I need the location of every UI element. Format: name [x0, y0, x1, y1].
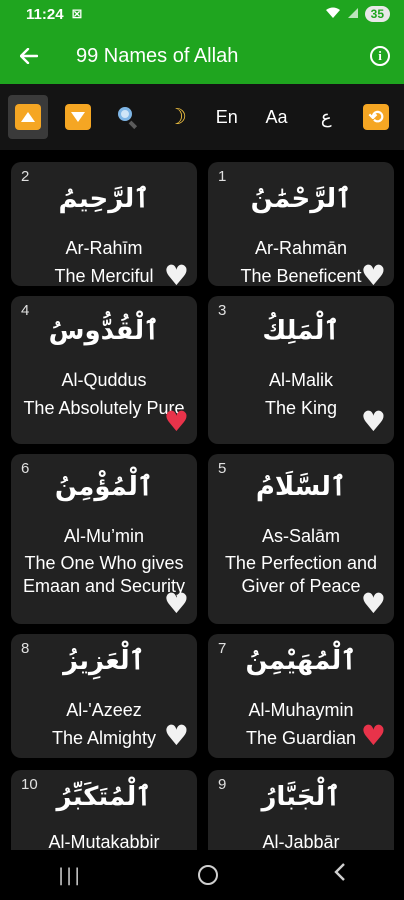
transliteration: Al-Muhaymin: [248, 700, 354, 720]
card-number: 2: [21, 168, 30, 185]
arabic-name: ٱلْمُؤْمِنُ: [54, 472, 154, 502]
favorite-heart-icon[interactable]: ♥: [361, 722, 386, 750]
language-button[interactable]: En: [207, 95, 247, 139]
favorite-heart-icon[interactable]: ♥: [164, 262, 189, 290]
name-card[interactable]: 6 ٱلْمُؤْمِنُ Al-Mu’min The One Who give…: [11, 454, 197, 624]
name-card[interactable]: 2 ٱلرَّحِيمُ Ar-Rahīm The Merciful ♥: [11, 162, 197, 290]
arrow-down-icon: [64, 104, 91, 130]
name-card[interactable]: 1 ٱلرَّحْمَٰنُ Ar-Rahmān The Beneficent …: [208, 162, 394, 290]
status-bar: 11:24 ⊠ 35: [0, 0, 404, 28]
arabic-name: ٱلْعَزِيزُ: [63, 646, 145, 676]
arabic-name: ٱلرَّحِيمُ: [58, 184, 150, 214]
info-button[interactable]: i: [356, 28, 404, 84]
font-size-button[interactable]: Aa: [257, 95, 297, 139]
favorite-heart-icon[interactable]: ♥: [361, 262, 386, 290]
favorite-heart-icon[interactable]: ♥: [164, 408, 189, 436]
info-icon: i: [370, 46, 390, 66]
recents-icon[interactable]: |||: [58, 865, 82, 886]
transliteration: Ar-Rahīm: [65, 238, 143, 258]
scroll-up-button[interactable]: [8, 95, 48, 139]
page-title: 99 Names of Allah: [76, 44, 239, 67]
favorite-heart-icon[interactable]: ♥: [164, 590, 189, 618]
transliteration: Al-Jabbār: [262, 832, 340, 850]
dark-mode-button[interactable]: ☽: [157, 95, 197, 139]
transliteration: Al-Quddus: [61, 370, 147, 390]
arabic-toggle-button[interactable]: ع: [306, 95, 346, 139]
arabic-name: ٱلْقُدُّوسُ: [48, 316, 160, 346]
search-icon: [116, 106, 138, 130]
repeat-icon: ⟲: [362, 104, 389, 130]
arabic-name: ٱلْجَبَّارُ: [261, 782, 341, 812]
name-card[interactable]: 10 ٱلْمُتَكَبِّرُ Al-Mutakabbir: [11, 770, 197, 850]
transliteration: Ar-Rahmān: [254, 238, 348, 258]
arabic-name: ٱلْمُهَيْمِنُ: [245, 646, 357, 676]
transliteration: Al-Malik: [268, 370, 333, 390]
name-card[interactable]: 9 ٱلْجَبَّارُ Al-Jabbār: [208, 770, 394, 850]
transliteration: As-Salām: [261, 526, 341, 546]
toolbar: ☽ En Aa ع ⟲: [0, 84, 404, 150]
battery-badge: 35: [364, 6, 390, 22]
arrow-up-icon: [15, 104, 41, 130]
arabic-name: ٱلْمُتَكَبِّرُ: [56, 782, 152, 812]
screen-record-icon: ⊠: [71, 6, 83, 22]
arabic-name: ٱلرَّحْمَٰنُ: [250, 184, 352, 214]
favorite-heart-icon[interactable]: ♥: [361, 408, 386, 436]
favorite-heart-icon[interactable]: ♥: [164, 722, 189, 750]
name-card[interactable]: 3 ٱلْمَلِكُ Al-Malik The King ♥: [208, 296, 394, 444]
scroll-down-button[interactable]: [58, 95, 98, 139]
name-card[interactable]: 4 ٱلْقُدُّوسُ Al-Quddus The Absolutely P…: [11, 296, 197, 444]
back-nav-icon[interactable]: [334, 862, 346, 888]
arabic-name: ٱلْمَلِكُ: [262, 316, 340, 346]
system-nav-bar: |||: [0, 850, 404, 900]
app-bar: 99 Names of Allah i: [0, 28, 404, 84]
transliteration: Al-Mutakabbir: [48, 832, 160, 850]
arrow-left-icon: [20, 48, 38, 64]
transliteration: Al-Mu’min: [63, 526, 144, 546]
card-number: 1: [218, 168, 227, 185]
favorite-heart-icon[interactable]: ♥: [361, 590, 386, 618]
search-button[interactable]: [107, 95, 147, 139]
status-right: 35: [325, 6, 390, 22]
name-card[interactable]: 7 ٱلْمُهَيْمِنُ Al-Muhaymin The Guardian…: [208, 634, 394, 758]
arabic-name: ٱلسَّلَامُ: [255, 472, 347, 502]
back-button[interactable]: [0, 28, 58, 84]
home-icon[interactable]: [198, 865, 219, 885]
repeat-button[interactable]: ⟲: [356, 95, 396, 139]
signal-icon: [347, 7, 359, 22]
name-card[interactable]: 8 ٱلْعَزِيزُ Al-'Azeez The Almighty ♥: [11, 634, 197, 758]
wifi-icon: [325, 7, 341, 22]
transliteration: Al-'Azeez: [66, 700, 142, 720]
names-grid: 2 ٱلرَّحِيمُ Ar-Rahīm The Merciful ♥ 1 ٱ…: [0, 150, 404, 850]
name-card[interactable]: 5 ٱلسَّلَامُ As-Salām The Perfection and…: [208, 454, 394, 624]
moon-icon: ☽: [167, 104, 187, 129]
status-time: 11:24: [26, 5, 64, 23]
